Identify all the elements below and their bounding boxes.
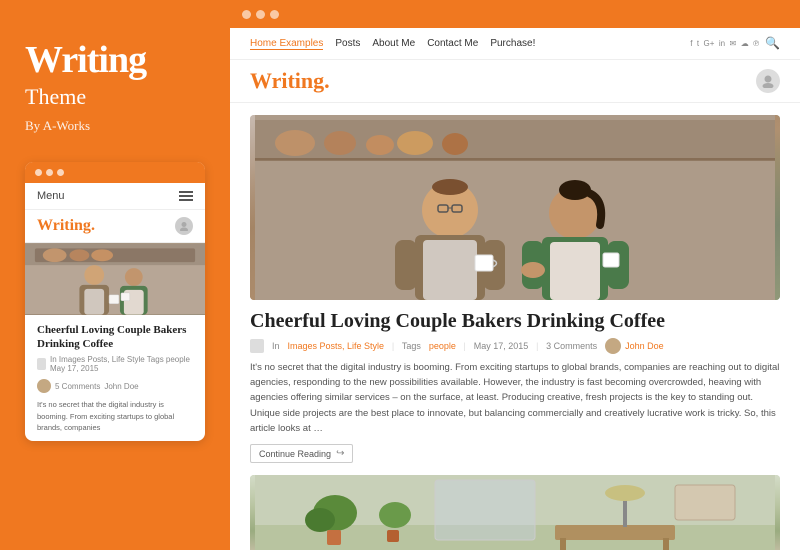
meta-categories: Images Posts, Life Style xyxy=(288,341,385,351)
author-name: John Doe xyxy=(625,341,664,351)
search-icon[interactable]: 🔍 xyxy=(765,36,780,51)
mobile-author-name-text: John Doe xyxy=(104,382,138,391)
mobile-menu-label: Menu xyxy=(37,190,65,202)
mobile-comments: 5 Comments xyxy=(55,382,100,391)
main-content: Cheerful Loving Couple Bakers Drinking C… xyxy=(230,103,800,550)
mobile-topbar xyxy=(25,162,205,183)
mobile-logo-bar: Writing. xyxy=(25,210,205,243)
browser-bar xyxy=(230,0,800,28)
nav-contact[interactable]: Contact Me xyxy=(427,38,478,49)
theme-title: Writing Theme By A-Works xyxy=(25,40,205,134)
post-meta-row: In Images Posts, Life Style | Tags peopl… xyxy=(250,338,780,354)
featured-post: Cheerful Loving Couple Bakers Drinking C… xyxy=(250,115,780,463)
mobile-category-icon xyxy=(37,358,46,370)
site-logo: Writing. xyxy=(250,68,330,94)
site-header: Writing. xyxy=(230,60,800,103)
right-panel: Home Examples Posts About Me Contact Me … xyxy=(230,0,800,550)
nav-about[interactable]: About Me xyxy=(372,38,415,49)
nav-posts[interactable]: Posts xyxy=(335,38,360,49)
mobile-dot-3 xyxy=(57,169,64,176)
mobile-excerpt: It's no secret that the digital industry… xyxy=(25,399,205,441)
mobile-author-avatar xyxy=(37,379,51,393)
meta-tags-label: Tags xyxy=(402,341,421,351)
meta-in: In xyxy=(272,341,280,351)
continue-reading-button[interactable]: Continue Reading ↪ xyxy=(250,444,353,463)
mobile-author-row: 5 Comments John Doe xyxy=(25,377,205,399)
mobile-menu-bar: Menu xyxy=(25,183,205,210)
nav-home[interactable]: Home Examples xyxy=(250,38,323,50)
browser-dot-3 xyxy=(270,10,279,19)
mobile-post-image xyxy=(25,243,205,315)
mobile-user-icon xyxy=(175,217,193,235)
browser-dot-1 xyxy=(242,10,251,19)
second-post-image xyxy=(250,475,780,550)
category-icon xyxy=(250,339,264,353)
mobile-meta-row: In Images Posts, Life Style Tags people … xyxy=(25,355,205,377)
share-icon: ↪ xyxy=(336,448,344,459)
mobile-dot-2 xyxy=(46,169,53,176)
post-title: Cheerful Loving Couple Bakers Drinking C… xyxy=(250,310,780,333)
meta-tags-value: people xyxy=(429,341,456,351)
social-icons: f t G+ in ✉ ☁ ℗ xyxy=(690,39,759,48)
nav-right: f t G+ in ✉ ☁ ℗ 🔍 xyxy=(690,36,780,51)
left-panel: Writing Theme By A-Works Menu Writing. xyxy=(0,0,230,550)
nav-purchase[interactable]: Purchase! xyxy=(490,38,535,49)
user-avatar-icon[interactable] xyxy=(756,69,780,93)
nav-links: Home Examples Posts About Me Contact Me … xyxy=(250,38,535,50)
author-avatar xyxy=(605,338,621,354)
featured-post-image xyxy=(250,115,780,300)
mobile-dot-1 xyxy=(35,169,42,176)
browser-dot-2 xyxy=(256,10,265,19)
author-row: John Doe xyxy=(605,338,664,354)
mobile-preview-card: Menu Writing. xyxy=(25,162,205,441)
meta-date: May 17, 2015 xyxy=(474,341,529,351)
hamburger-icon xyxy=(179,191,193,201)
mobile-site-logo: Writing. xyxy=(37,217,95,235)
site-nav: Home Examples Posts About Me Contact Me … xyxy=(230,28,800,60)
mobile-post-title: Cheerful Loving Couple Bakers Drinking C… xyxy=(25,315,205,356)
meta-comments: 3 Comments xyxy=(546,341,597,351)
mobile-meta-text: In Images Posts, Life Style Tags people … xyxy=(50,355,193,373)
browser-content: Home Examples Posts About Me Contact Me … xyxy=(230,28,800,550)
post-excerpt: It's no secret that the digital industry… xyxy=(250,360,780,436)
